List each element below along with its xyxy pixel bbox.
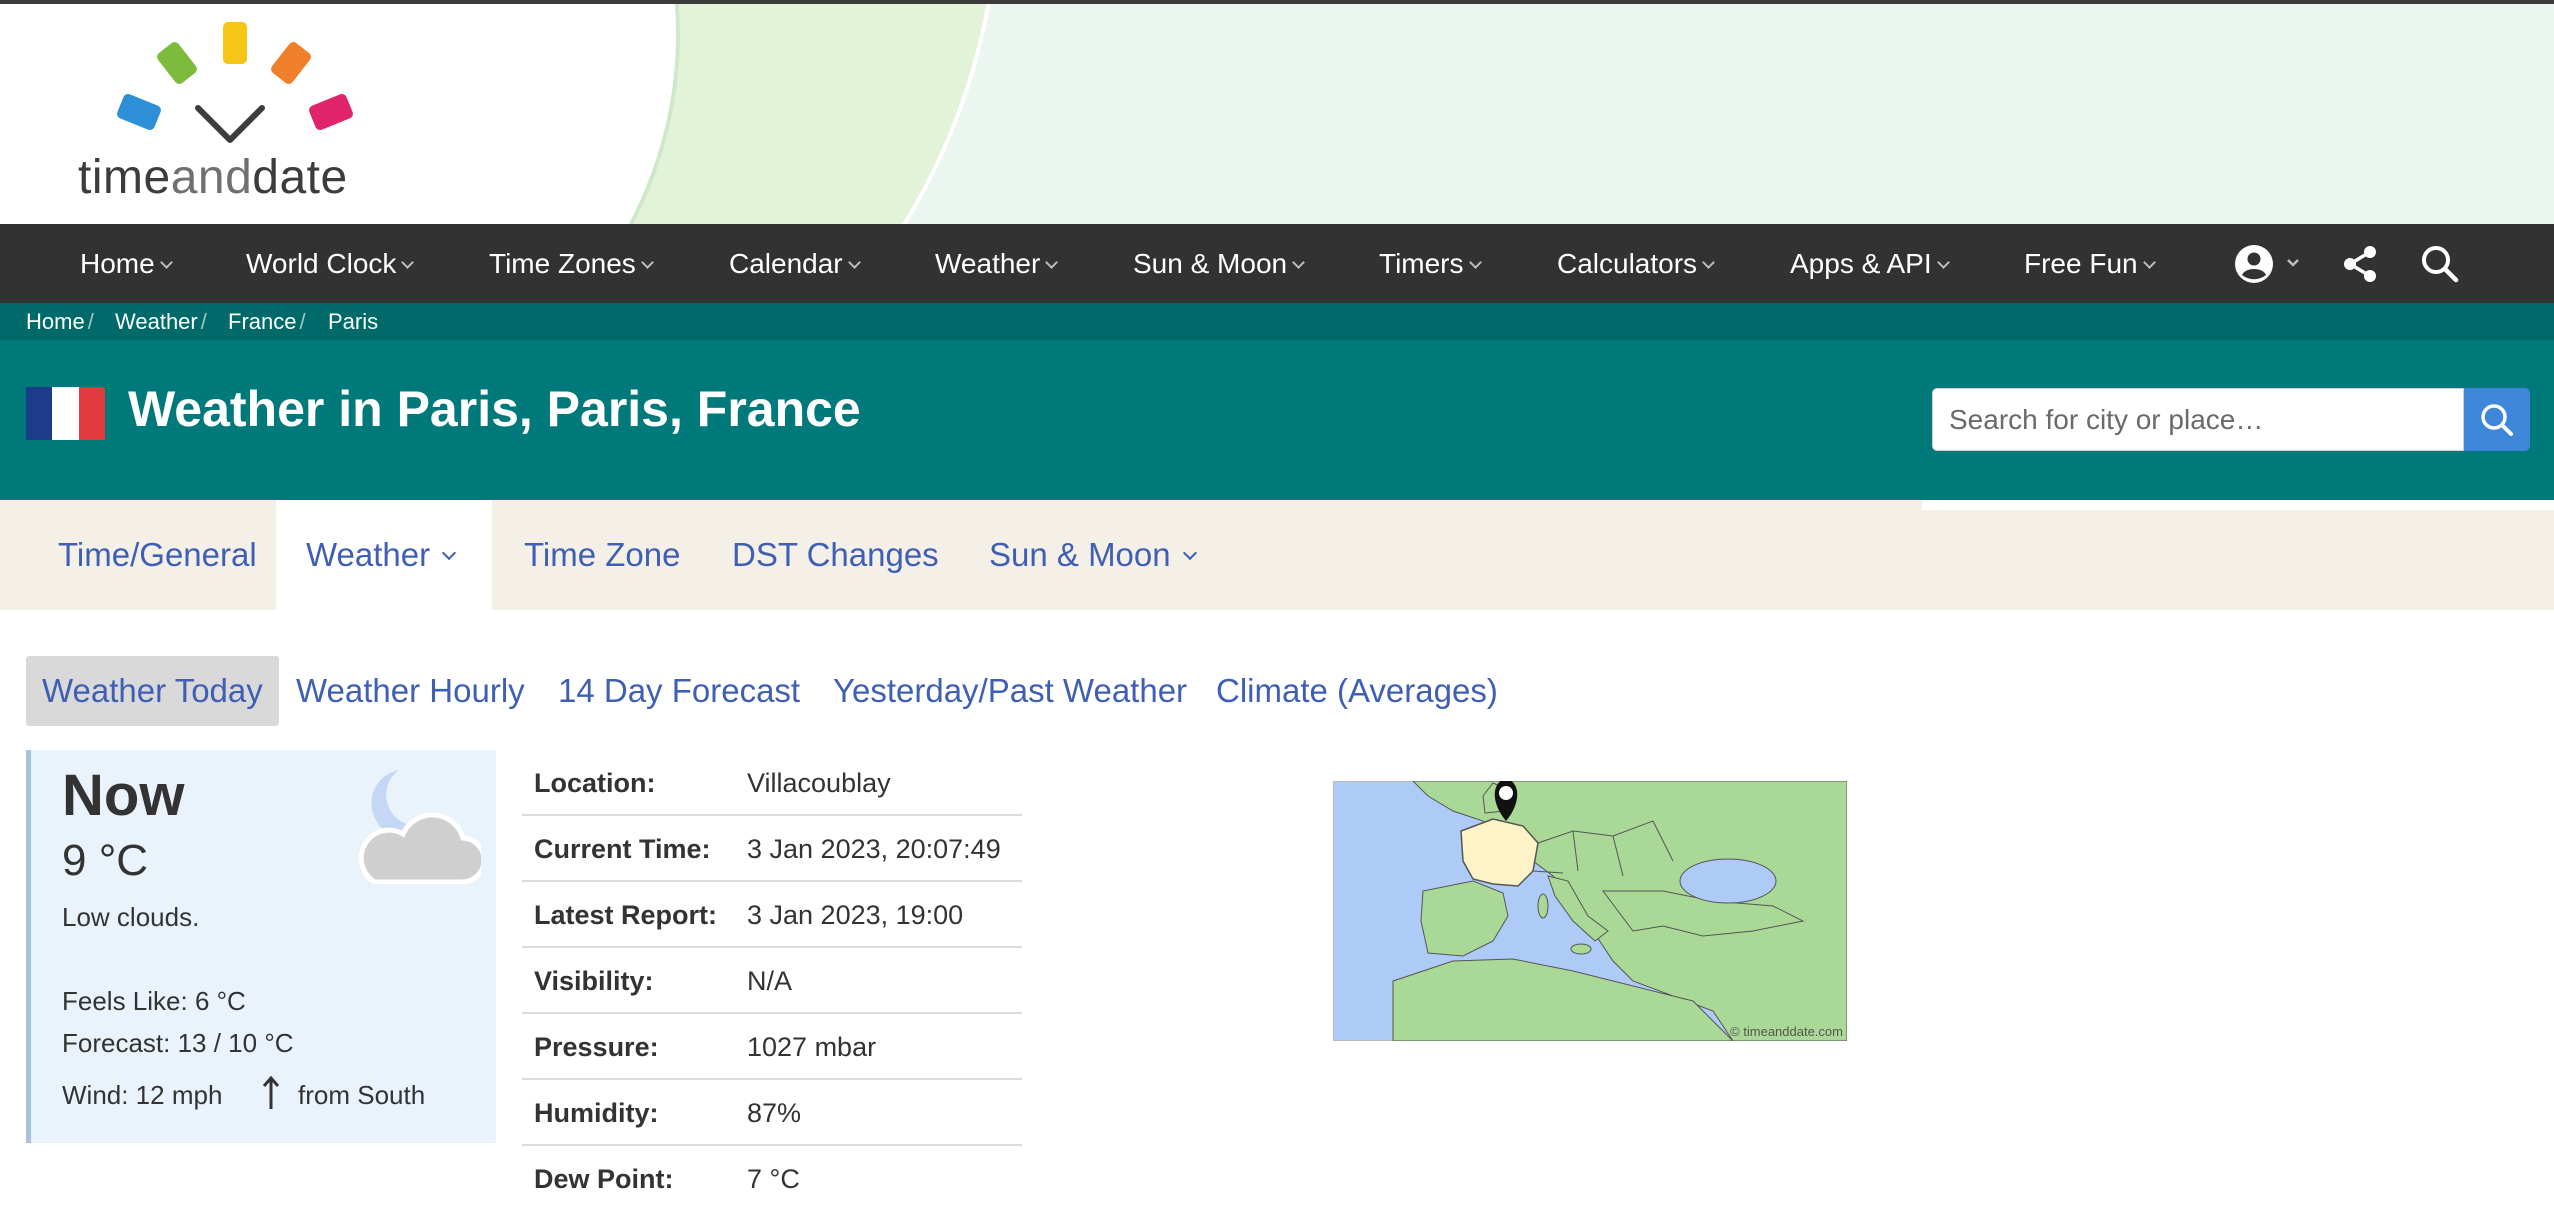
moon-cloud-icon: [358, 770, 481, 884]
subtab-past-weather[interactable]: Yesterday/Past Weather: [833, 656, 1187, 726]
tab-time-general[interactable]: Time/General: [58, 500, 257, 610]
chevron-down-icon: [1182, 545, 1197, 561]
tab-sun-moon[interactable]: Sun & Moon: [989, 500, 1197, 610]
current-temperature: 9 °C: [62, 836, 149, 885]
logo-wordmark: timeanddate: [78, 151, 348, 204]
location-map[interactable]: © timeanddate.com: [1332, 778, 1848, 1042]
logo-mark-icon: [117, 22, 353, 143]
wind-direction: from South: [298, 1080, 426, 1110]
weather-details-table: Location: Villacoublay Current Time: 3 Jan…: [522, 750, 1022, 1212]
nav-sun-moon[interactable]: Sun & Moon: [1133, 224, 1305, 303]
tab-time-zone[interactable]: Time Zone: [524, 500, 681, 610]
city-search-input[interactable]: [1932, 388, 2464, 451]
chevron-down-icon: [1468, 256, 1482, 269]
table-row: Pressure: 1027 mbar: [522, 1014, 1022, 1080]
nav-apps-api[interactable]: Apps & API: [1790, 224, 1950, 303]
section-tabs: Time/General Weather Time Zone DST Chang…: [0, 500, 2554, 610]
share-icon: [2344, 246, 2376, 282]
chevron-down-icon: [1702, 256, 1715, 269]
account-icon: [2235, 245, 2299, 283]
nav-calculators[interactable]: Calculators: [1557, 224, 1715, 303]
current-weather-panel: Now 9 °C Low clouds. Feels Like: 6 °C Fo…: [26, 750, 496, 1143]
europe-map-image: [1332, 778, 1848, 1042]
site-search-button[interactable]: [2418, 242, 2462, 286]
main-navigation: Home World Clock Time Zones Calendar Wea…: [0, 224, 2554, 303]
france-flag-icon: [26, 387, 105, 440]
subtab-climate-averages[interactable]: Climate (Averages): [1216, 656, 1498, 726]
flag-stripe-white: [52, 387, 79, 440]
tab-dst-changes[interactable]: DST Changes: [732, 500, 939, 610]
wind-arrow-icon: [262, 1075, 280, 1109]
breadcrumb: Home / Weather / France / Paris: [0, 303, 2554, 340]
nav-weather[interactable]: Weather: [935, 224, 1059, 303]
table-row: Latest Report: 3 Jan 2023, 19:00: [522, 882, 1022, 948]
chevron-down-icon: [640, 256, 654, 269]
chevron-down-icon: [1292, 256, 1305, 269]
header-divider: [1922, 500, 2554, 510]
nav-home[interactable]: Home: [80, 224, 173, 303]
breadcrumb-weather[interactable]: Weather /: [115, 303, 207, 340]
chevron-down-icon: [401, 256, 415, 269]
map-credit: © timeanddate.com: [1730, 1024, 1843, 1039]
subtab-weather-hourly[interactable]: Weather Hourly: [296, 656, 525, 726]
table-row: Humidity: 87%: [522, 1080, 1022, 1146]
tab-weather[interactable]: Weather: [276, 500, 492, 610]
page-title: Weather in Paris, Paris, France: [128, 381, 861, 437]
table-row: Location: Villacoublay: [522, 750, 1022, 816]
chevron-down-icon: [1045, 256, 1059, 269]
flag-stripe-red: [78, 387, 105, 440]
feels-like: Feels Like: 6 °C: [62, 986, 246, 1016]
flag-stripe-blue: [26, 387, 53, 440]
breadcrumb-home[interactable]: Home /: [26, 303, 94, 340]
page-header: Weather in Paris, Paris, France: [0, 340, 2554, 500]
site-logo[interactable]: timeanddate: [78, 22, 398, 212]
table-row: Visibility: N/A: [522, 948, 1022, 1014]
chevron-down-icon: [442, 545, 457, 561]
forecast-range: Forecast: 13 / 10 °C: [62, 1028, 294, 1058]
subtab-14-day-forecast[interactable]: 14 Day Forecast: [558, 656, 800, 726]
breadcrumb-france[interactable]: France /: [228, 303, 306, 340]
search-icon: [2481, 403, 2513, 436]
nav-time-zones[interactable]: Time Zones: [489, 224, 654, 303]
search-icon: [2422, 246, 2459, 283]
share-button[interactable]: [2338, 242, 2382, 286]
weather-description: Low clouds.: [62, 902, 200, 932]
nav-timers[interactable]: Timers: [1379, 224, 1482, 303]
site-banner: timeanddate: [0, 4, 2554, 224]
nav-world-clock[interactable]: World Clock: [246, 224, 415, 303]
table-row: Current Time: 3 Jan 2023, 20:07:49: [522, 816, 1022, 882]
breadcrumb-paris[interactable]: Paris: [328, 303, 378, 340]
nav-free-fun[interactable]: Free Fun: [2024, 224, 2156, 303]
account-menu-button[interactable]: [2234, 242, 2304, 286]
subtab-weather-today[interactable]: Weather Today: [26, 656, 279, 726]
table-row: Dew Point: 7 °C: [534, 1164, 800, 1194]
nav-calendar[interactable]: Calendar: [729, 224, 861, 303]
chevron-down-icon: [847, 256, 861, 269]
wind-speed: Wind: 12 mph: [62, 1080, 223, 1110]
chevron-down-icon: [2142, 256, 2156, 269]
now-heading: Now: [62, 763, 185, 828]
chevron-down-icon: [159, 256, 173, 269]
chevron-down-icon: [1936, 256, 1950, 269]
city-search-button[interactable]: [2464, 388, 2530, 451]
